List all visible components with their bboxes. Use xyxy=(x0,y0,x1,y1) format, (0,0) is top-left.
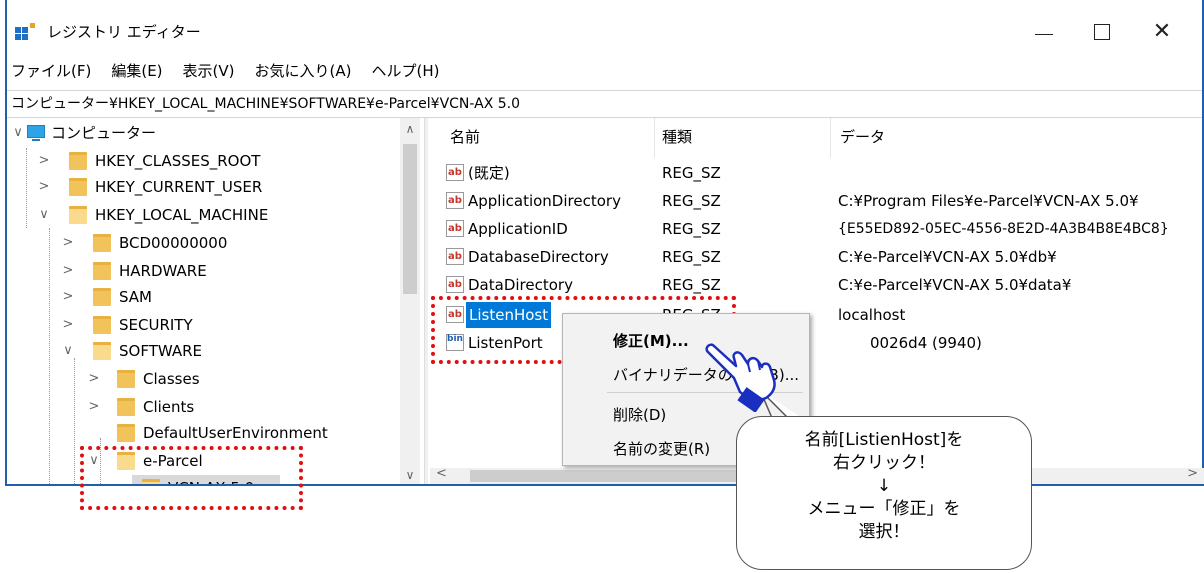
callout-line: 右クリック！ xyxy=(833,453,935,473)
value-row[interactable]: ab ApplicationDirectory REG_SZ C:¥Progra… xyxy=(430,188,1204,214)
title-bar[interactable]: レジストリ エディター ✕ xyxy=(7,0,1202,52)
value-type: REG_SZ xyxy=(662,192,721,210)
column-header-data[interactable]: データ xyxy=(840,126,885,154)
folder-icon xyxy=(117,370,135,388)
folder-icon xyxy=(117,424,135,442)
tree-item-label: SECURITY xyxy=(119,316,193,334)
tree-item-label: BCD00000000 xyxy=(119,234,228,252)
chevron-right-icon[interactable]: > xyxy=(37,148,51,174)
close-button[interactable]: ✕ xyxy=(1137,14,1187,50)
chevron-down-icon[interactable]: ∨ xyxy=(37,202,51,228)
chevron-right-icon[interactable]: > xyxy=(61,284,75,310)
scroll-left-icon[interactable]: < xyxy=(436,466,447,481)
menu-view[interactable]: 表示(V) xyxy=(183,60,235,81)
tree-item-label: Classes xyxy=(143,370,200,388)
annotation-highlight-tree xyxy=(80,446,303,510)
chevron-right-icon[interactable]: > xyxy=(37,174,51,200)
value-type: REG_SZ xyxy=(662,276,721,294)
folder-icon xyxy=(93,262,111,280)
value-data: C:¥Program Files¥e-Parcel¥VCN-AX 5.0¥ xyxy=(838,192,1139,210)
menu-bar: ファイル(F) 編集(E) 表示(V) お気に入り(A) ヘルプ(H) xyxy=(7,60,1202,86)
pointing-hand-icon xyxy=(705,343,776,412)
scroll-up-icon[interactable]: ∧ xyxy=(400,122,420,136)
value-data: {E55ED892-05EC-4556-8E2D-4A3B4B8E4BC8} xyxy=(838,221,1169,237)
folder-open-icon xyxy=(93,342,111,360)
callout-line: 名前[ListienHost]を xyxy=(804,430,964,450)
chevron-right-icon[interactable]: > xyxy=(87,394,101,420)
value-data: 0026d4 (9940) xyxy=(870,334,982,352)
folder-icon xyxy=(69,152,87,170)
value-data: C:¥e-Parcel¥VCN-AX 5.0¥data¥ xyxy=(838,276,1072,294)
value-name: ApplicationID xyxy=(468,220,568,238)
computer-icon xyxy=(27,125,45,141)
value-data: C:¥e-Parcel¥VCN-AX 5.0¥db¥ xyxy=(838,248,1057,266)
chevron-right-icon[interactable]: > xyxy=(61,312,75,338)
instruction-callout: 名前[ListienHost]を 右クリック！ ↓ メニュー「修正」を 選択！ xyxy=(736,416,1032,570)
value-data: localhost xyxy=(838,306,906,324)
value-name: DataDirectory xyxy=(468,276,573,294)
folder-icon xyxy=(69,178,87,196)
string-value-icon: ab xyxy=(446,276,464,293)
folder-icon xyxy=(117,398,135,416)
tree-item-label: HKEY_CURRENT_USER xyxy=(95,178,263,196)
folder-open-icon xyxy=(69,206,87,224)
scroll-thumb[interactable] xyxy=(403,144,417,294)
value-row[interactable]: ab (既定) REG_SZ xyxy=(430,160,1204,186)
callout-line: ↓ xyxy=(876,476,892,496)
folder-icon xyxy=(93,288,111,306)
chevron-right-icon[interactable]: > xyxy=(87,366,101,392)
window-title: レジストリ エディター xyxy=(47,23,201,41)
value-type: REG_SZ xyxy=(662,164,721,182)
menu-item-modify[interactable]: 修正(M)... xyxy=(613,330,689,351)
value-row[interactable]: ab DatabaseDirectory REG_SZ C:¥e-Parcel¥… xyxy=(430,244,1204,270)
folder-icon xyxy=(93,234,111,252)
chevron-right-icon[interactable]: > xyxy=(61,230,75,256)
chevron-down-icon[interactable]: ∨ xyxy=(61,338,75,364)
tree-item-label: HKEY_CLASSES_ROOT xyxy=(95,152,261,170)
pane-splitter[interactable] xyxy=(424,118,428,484)
value-name: DatabaseDirectory xyxy=(468,248,609,266)
tree-item-label: SOFTWARE xyxy=(119,342,203,360)
menu-item-rename[interactable]: 名前の変更(R) xyxy=(613,438,710,459)
value-row[interactable]: ab ApplicationID REG_SZ {E55ED892-05EC-4… xyxy=(430,216,1204,242)
tree-item-label: コンピューター xyxy=(51,124,157,142)
value-name: ApplicationDirectory xyxy=(468,192,621,210)
scroll-down-icon[interactable]: ∨ xyxy=(400,468,420,482)
string-value-icon: ab xyxy=(446,220,464,237)
string-value-icon: ab xyxy=(446,248,464,265)
tree-item-label: SAM xyxy=(119,288,153,306)
value-name: (既定) xyxy=(468,164,510,182)
tree-item-label: HKEY_LOCAL_MACHINE xyxy=(95,206,269,224)
column-header-name[interactable]: 名前 xyxy=(450,126,480,154)
tree-item-label: HARDWARE xyxy=(119,262,207,280)
value-type: REG_SZ xyxy=(662,220,721,238)
scroll-right-icon[interactable]: > xyxy=(1187,466,1198,481)
tree-item-label: Clients xyxy=(143,398,195,416)
address-bar[interactable]: コンピューター¥HKEY_LOCAL_MACHINE¥SOFTWARE¥e-Pa… xyxy=(7,90,1202,118)
key-tree: ∨ コンピューター > HKEY_CLASSES_ROOT > HKEY_CUR… xyxy=(7,118,420,484)
menu-item-delete[interactable]: 削除(D) xyxy=(613,404,666,425)
maximize-button[interactable] xyxy=(1077,14,1127,50)
tree-item-label: DefaultUserEnvironment xyxy=(143,424,328,442)
menu-edit[interactable]: 編集(E) xyxy=(111,60,162,81)
tree-vertical-scrollbar[interactable]: ∧ ∨ xyxy=(400,118,420,484)
chevron-right-icon[interactable]: > xyxy=(61,258,75,284)
registry-editor-icon xyxy=(15,23,37,40)
string-value-icon: ab xyxy=(446,164,464,181)
menu-favorites[interactable]: お気に入り(A) xyxy=(255,60,352,81)
callout-line: 選択！ xyxy=(858,522,910,542)
minimize-button[interactable] xyxy=(1019,14,1069,50)
column-header-type[interactable]: 種類 xyxy=(662,126,692,154)
value-row[interactable]: ab DataDirectory REG_SZ C:¥e-Parcel¥VCN-… xyxy=(430,272,1204,298)
callout-line: メニュー「修正」を xyxy=(807,499,961,519)
menu-help[interactable]: ヘルプ(H) xyxy=(371,60,439,81)
string-value-icon: ab xyxy=(446,192,464,209)
chevron-down-icon[interactable]: ∨ xyxy=(11,120,25,146)
folder-icon xyxy=(93,316,111,334)
menu-file[interactable]: ファイル(F) xyxy=(11,60,91,81)
value-type: REG_SZ xyxy=(662,248,721,266)
